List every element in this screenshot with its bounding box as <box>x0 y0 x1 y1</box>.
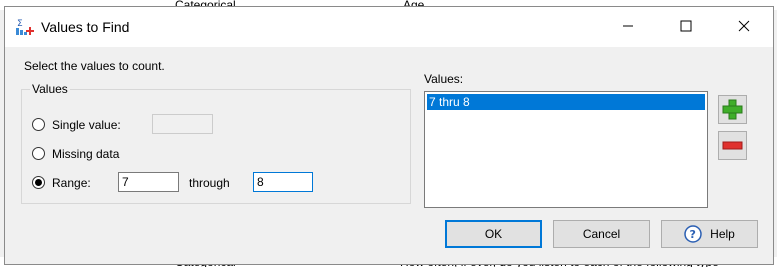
minus-icon <box>722 141 743 150</box>
svg-text:?: ? <box>690 228 696 241</box>
svg-text:Σ: Σ <box>17 19 23 29</box>
add-value-button[interactable] <box>718 95 747 124</box>
missing-data-radio[interactable] <box>32 147 45 160</box>
title-bar[interactable]: Σ Values to Find <box>5 7 773 47</box>
range-from-input[interactable] <box>118 172 179 192</box>
app-icon: Σ <box>16 19 34 35</box>
values-list-label: Values: <box>424 72 464 86</box>
single-value-input[interactable] <box>152 114 213 134</box>
ok-button[interactable]: OK <box>445 220 542 248</box>
range-radio-dot <box>35 179 42 186</box>
maximize-button[interactable] <box>663 7 709 45</box>
values-to-find-dialog: Σ Values to Find Select the values to co… <box>4 6 774 265</box>
minimize-button[interactable] <box>605 7 651 45</box>
remove-value-button[interactable] <box>718 131 747 160</box>
range-radio[interactable] <box>32 176 45 189</box>
missing-data-label: Missing data <box>52 147 120 161</box>
help-button-label: Help <box>710 227 735 241</box>
close-button[interactable] <box>721 7 767 45</box>
plus-icon <box>722 99 743 120</box>
range-to-input[interactable] <box>253 172 313 192</box>
help-icon: ? <box>684 225 702 243</box>
dialog-title: Values to Find <box>41 19 130 35</box>
single-value-label: Single value: <box>52 118 121 132</box>
values-listbox[interactable]: 7 thru 8 <box>424 91 708 208</box>
values-group-title: Values <box>30 82 70 96</box>
cancel-button[interactable]: Cancel <box>553 220 650 248</box>
single-value-radio[interactable] <box>32 118 45 131</box>
minimize-icon <box>623 25 633 27</box>
close-icon <box>738 20 750 32</box>
prompt-text: Select the values to count. <box>24 59 165 73</box>
maximize-icon <box>680 20 692 32</box>
help-button[interactable]: ? Help <box>661 220 758 248</box>
through-label: through <box>189 176 230 190</box>
range-label: Range: <box>52 176 91 190</box>
list-item[interactable]: 7 thru 8 <box>427 94 705 110</box>
values-group: Values Single value: Missing data Range:… <box>21 82 411 204</box>
